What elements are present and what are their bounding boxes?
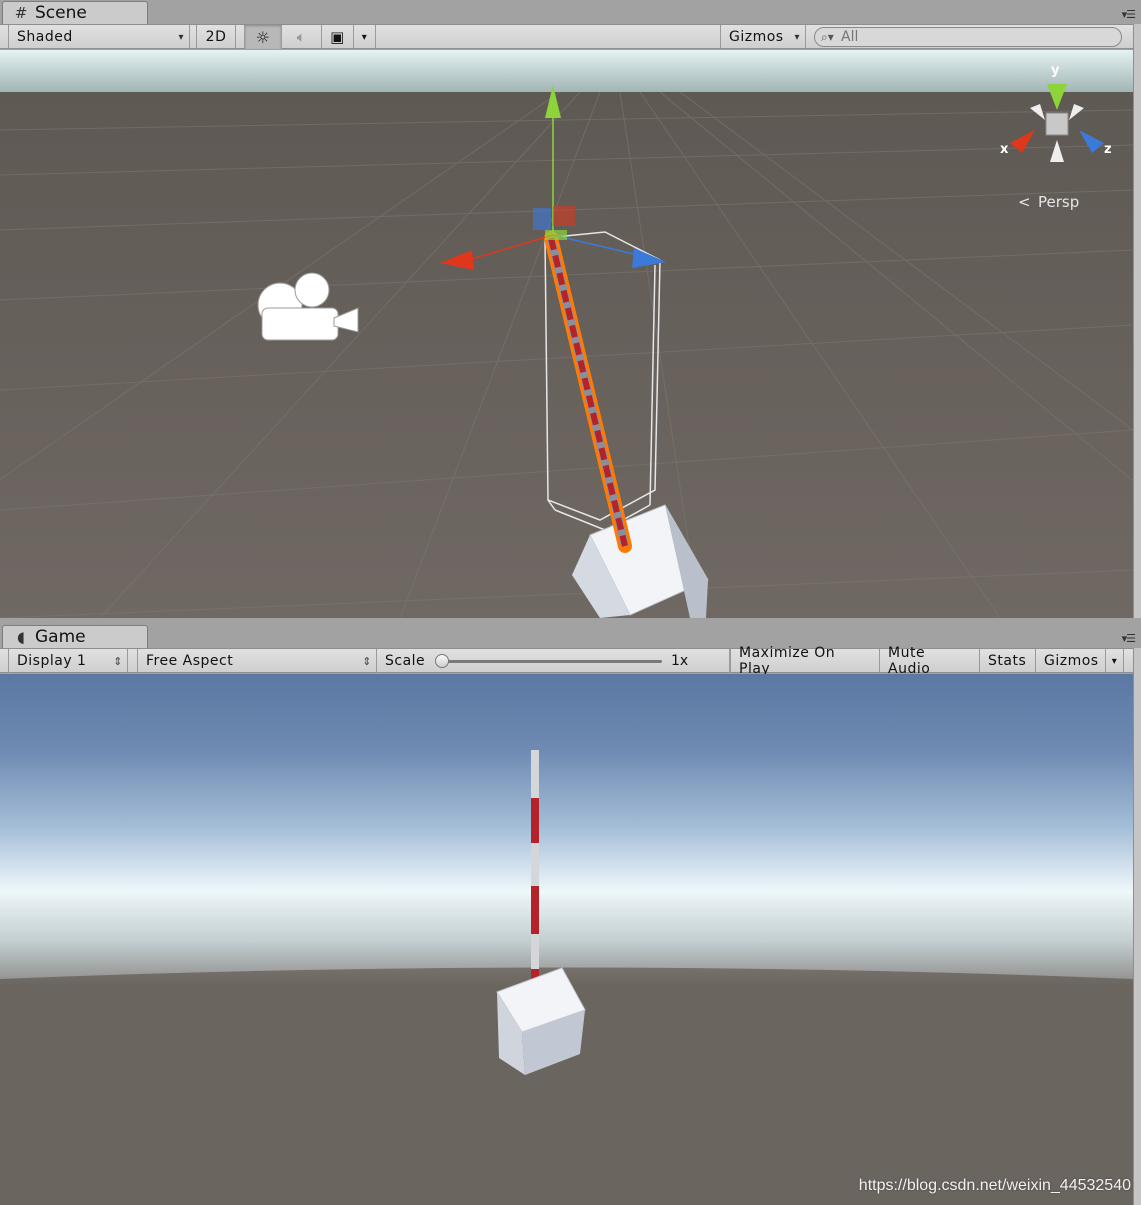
game-viewport[interactable] [0,674,1133,1205]
scene-scrollbar[interactable] [1133,24,1141,618]
image-icon: ▣ [330,28,345,46]
scene-tabbar: # Scene ▾☰ [0,0,1141,24]
search-input[interactable] [841,29,1101,45]
draw-mode-label: Shaded [17,29,73,45]
game-gizmos-dropdown[interactable]: ▾ [1106,649,1124,673]
draw-mode-dropdown[interactable]: Shaded [8,25,190,49]
hash-icon: # [14,4,28,22]
scene-search: ⌕▾ [814,27,1122,47]
game-scrollbar[interactable] [1133,648,1141,1205]
scale-value: 1x [671,653,689,669]
pacman-icon: ◖ [17,628,25,646]
gizmo-z-label: z [1104,142,1112,157]
sun-icon: ☼ [255,27,271,47]
gizmo-x-label: x [1000,142,1009,157]
stats-label: Stats [988,653,1027,669]
scale-slider-track[interactable] [436,660,662,663]
game-toolbar: Display 1 Free Aspect Scale 1x Maximize … [0,645,1133,677]
game-sky [0,674,1133,984]
scene-gizmos-label: Gizmos [729,29,784,45]
tab-game[interactable]: ◖ Game [2,625,148,648]
tab-scene-label: Scene [35,3,87,23]
2d-label: 2D [205,29,227,45]
aspect-label: Free Aspect [146,653,234,669]
plane-handle-xy[interactable] [533,208,551,230]
gizmo-center-cube[interactable] [1045,112,1069,136]
scale-label: Scale [385,653,426,669]
mute-audio-label: Mute Audio [888,645,931,677]
maximize-on-play-button[interactable]: Maximize On Play [730,645,880,677]
scene-gizmos-dropdown[interactable]: Gizmos [720,25,806,49]
chevron-down-icon: ▾ [1111,655,1118,667]
speaker-icon: 🔈︎ [296,28,307,46]
game-gizmos-label: Gizmos [1044,653,1099,669]
search-icon: ⌕▾ [821,29,834,44]
scene-view-canvas[interactable]: y x z < Persp [0,50,1141,619]
effects-dropdown[interactable]: ▾ [354,25,376,49]
game-gizmos-button[interactable]: Gizmos [1036,649,1106,673]
display-dropdown[interactable]: Display 1 [8,649,128,673]
gizmo-y-label: y [1051,63,1060,78]
display-label: Display 1 [17,653,87,669]
chevron-down-icon: ▾ [361,31,368,43]
plane-handle-yz[interactable] [553,206,575,226]
maximize-on-play-label: Maximize On Play [739,645,836,677]
lighting-toggle-button[interactable]: ☼ [244,25,282,49]
scale-slider-handle[interactable] [435,654,449,668]
projection-label[interactable]: Persp [1038,193,1079,211]
scene-sky [0,50,1133,95]
mute-audio-button[interactable]: Mute Audio [880,645,980,677]
game-pole [531,750,539,1000]
game-view-canvas[interactable] [0,674,1133,1205]
plane-handle-xz[interactable] [545,230,567,240]
scene-viewport[interactable]: y x z < Persp [0,50,1141,619]
tab-scene[interactable]: # Scene [2,1,148,24]
panel-menu-icon[interactable]: ▾☰ [1122,8,1136,21]
effects-toggle-button[interactable]: ▣ [322,25,354,49]
aspect-dropdown[interactable]: Free Aspect [137,649,377,673]
scene-toolbar: Shaded 2D ☼ 🔈︎ ▣ ▾ Gizmos ⌕▾ [0,24,1133,49]
2d-toggle-button[interactable]: 2D [196,25,236,49]
projection-chevron-icon: < [1018,193,1031,211]
stats-button[interactable]: Stats [980,649,1036,673]
game-panel-menu-icon[interactable]: ▾☰ [1122,632,1136,645]
watermark: https://blog.csdn.net/weixin_44532540 [858,1177,1131,1194]
tab-game-label: Game [35,627,86,647]
audio-toggle-button[interactable]: 🔈︎ [282,25,322,49]
